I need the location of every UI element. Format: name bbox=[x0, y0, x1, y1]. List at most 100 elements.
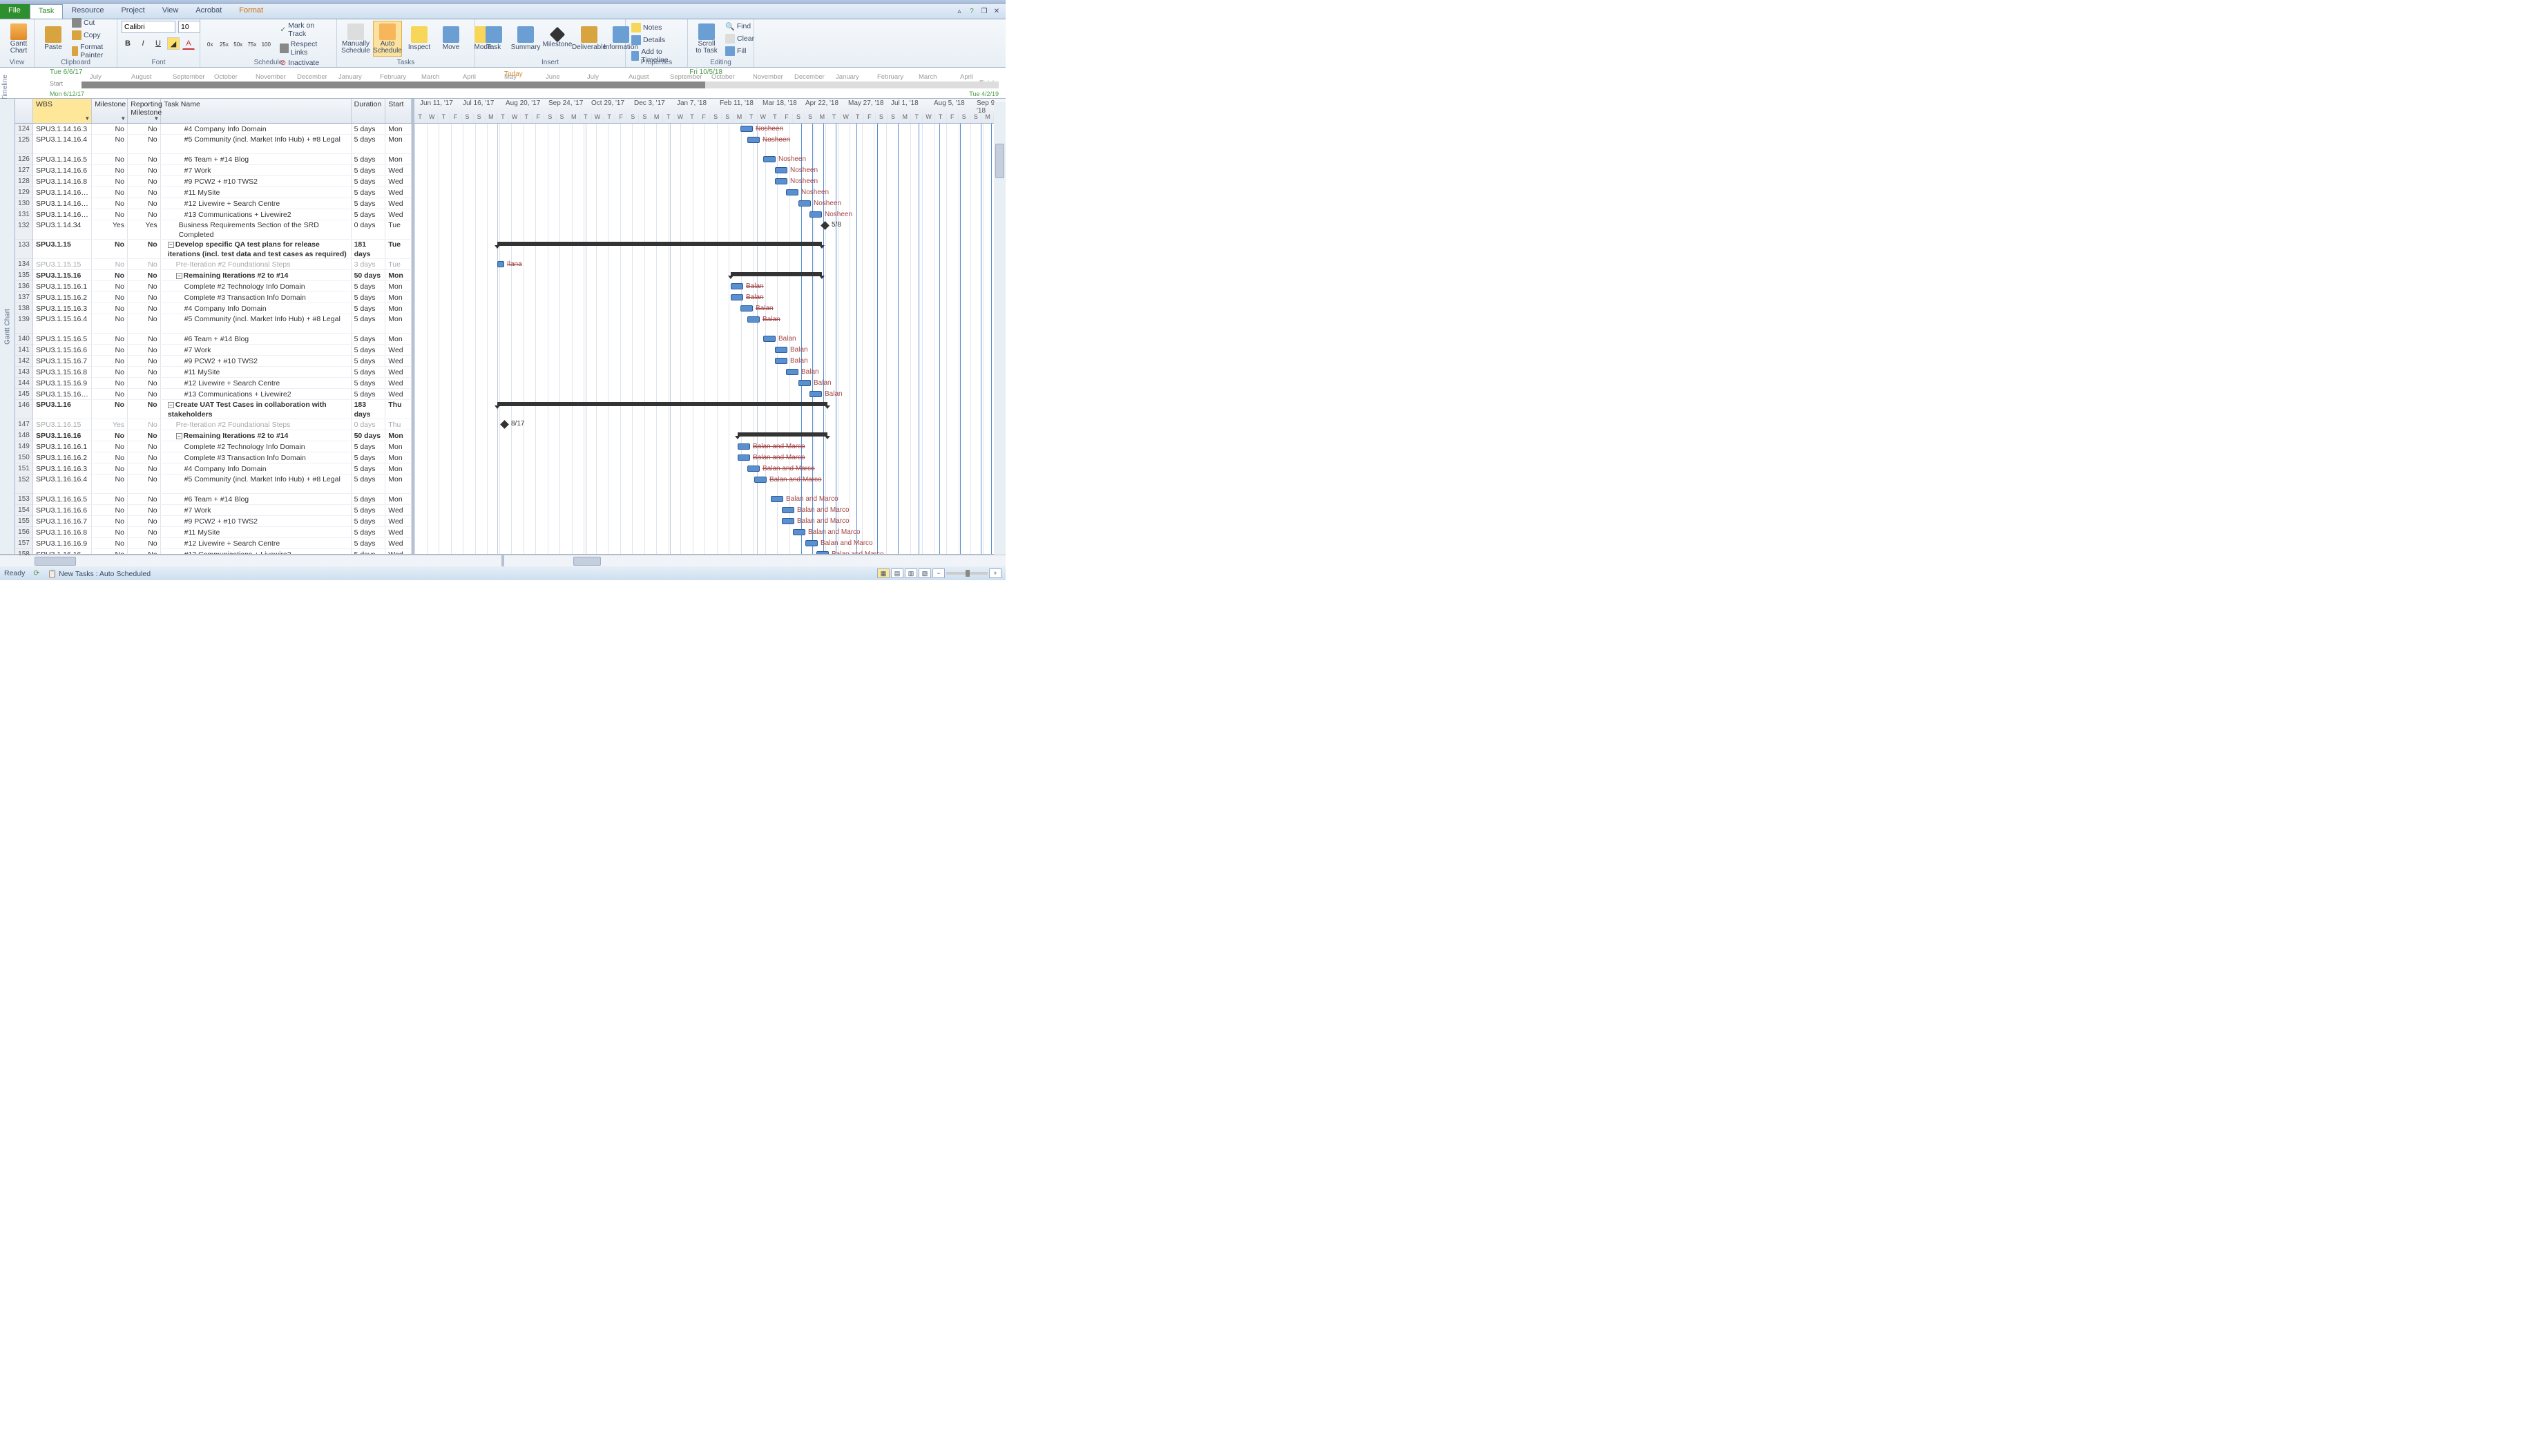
gantt-task-bar[interactable] bbox=[747, 466, 760, 472]
cell-taskname[interactable]: Pre-Iteration #2 Foundational Steps bbox=[161, 419, 352, 430]
cell-duration[interactable]: 5 days bbox=[352, 356, 386, 366]
cell-duration[interactable]: 5 days bbox=[352, 538, 386, 548]
gantt-task-bar[interactable] bbox=[747, 316, 760, 323]
cell-reporting[interactable]: No bbox=[128, 209, 161, 220]
cell-taskname[interactable]: #7 Work bbox=[161, 345, 352, 355]
tab-task[interactable]: Task bbox=[30, 4, 64, 19]
cell-start[interactable]: Wed bbox=[385, 505, 412, 515]
table-row[interactable]: SPU3.1.14.16.5NoNo#6 Team + #14 Blog5 da… bbox=[33, 154, 412, 165]
gantt-chart[interactable]: MJun 11, '17Jul 16, '17EAug 20, '17Sep 2… bbox=[414, 99, 1006, 554]
table-row[interactable]: SPU3.1.16.16.9NoNo#12 Livewire + Search … bbox=[33, 538, 412, 549]
table-row[interactable]: SPU3.1.16.16.5NoNo#6 Team + #14 Blog5 da… bbox=[33, 494, 412, 505]
cell-duration[interactable]: 5 days bbox=[352, 378, 386, 388]
cell-wbs[interactable]: SPU3.1.16.16.5 bbox=[33, 494, 92, 504]
cell-reporting[interactable]: No bbox=[128, 345, 161, 355]
cell-start[interactable]: Mon bbox=[385, 475, 412, 493]
cell-milestone[interactable]: No bbox=[92, 124, 128, 134]
italic-button[interactable]: I bbox=[137, 37, 149, 50]
gantt-task-bar[interactable] bbox=[775, 347, 787, 353]
cell-wbs[interactable]: SPU3.1.15.16 bbox=[33, 270, 92, 280]
zoom-in-button[interactable]: + bbox=[989, 568, 1001, 578]
row-number[interactable]: 126 bbox=[15, 154, 32, 165]
gantt-task-bar[interactable] bbox=[786, 189, 798, 195]
cell-reporting[interactable]: No bbox=[128, 452, 161, 463]
cell-milestone[interactable]: Yes bbox=[92, 419, 128, 430]
cell-milestone[interactable]: No bbox=[92, 165, 128, 175]
scroll-task-button[interactable]: Scroll to Task bbox=[692, 21, 721, 57]
table-row[interactable]: SPU3.1.16.16.10NoNo#13 Communications + … bbox=[33, 549, 412, 554]
manual-schedule-button[interactable]: Manually Schedule bbox=[341, 21, 370, 57]
notes-button[interactable]: Notes bbox=[630, 22, 683, 33]
gantt-milestone[interactable] bbox=[821, 221, 830, 230]
col-taskname[interactable]: Task Name bbox=[161, 99, 351, 123]
cell-duration[interactable]: 5 days bbox=[352, 367, 386, 377]
cell-taskname[interactable]: #12 Livewire + Search Centre bbox=[161, 198, 352, 209]
cell-taskname[interactable]: Complete #3 Transaction Info Domain bbox=[161, 292, 352, 303]
cell-wbs[interactable]: SPU3.1.14.16.3 bbox=[33, 124, 92, 134]
cell-milestone[interactable]: No bbox=[92, 281, 128, 291]
row-number[interactable]: 140 bbox=[15, 334, 32, 345]
cell-reporting[interactable]: No bbox=[128, 505, 161, 515]
horizontal-scrollbar[interactable] bbox=[0, 555, 1006, 566]
cell-start[interactable]: Wed bbox=[385, 389, 412, 399]
tab-project[interactable]: Project bbox=[113, 4, 153, 19]
auto-schedule-button[interactable]: Auto Schedule bbox=[373, 21, 402, 57]
cell-milestone[interactable]: No bbox=[92, 259, 128, 269]
cell-taskname[interactable]: #4 Company Info Domain bbox=[161, 124, 352, 134]
row-number[interactable]: 145 bbox=[15, 389, 32, 400]
cell-milestone[interactable]: No bbox=[92, 494, 128, 504]
cell-start[interactable]: Wed bbox=[385, 549, 412, 554]
font-size-input[interactable] bbox=[178, 21, 200, 33]
row-number[interactable]: 139 bbox=[15, 314, 32, 334]
cell-taskname[interactable]: Complete #2 Technology Info Domain bbox=[161, 281, 352, 291]
gantt-summary-bar[interactable] bbox=[738, 432, 827, 437]
cell-milestone[interactable]: No bbox=[92, 430, 128, 441]
cell-milestone[interactable]: No bbox=[92, 314, 128, 333]
row-number[interactable]: 142 bbox=[15, 356, 32, 367]
cell-wbs[interactable]: SPU3.1.15.16.3 bbox=[33, 303, 92, 314]
row-number[interactable]: 152 bbox=[15, 475, 32, 494]
cell-start[interactable]: Wed bbox=[385, 378, 412, 388]
cell-taskname[interactable]: −Remaining Iterations #2 to #14 bbox=[161, 430, 352, 441]
cell-milestone[interactable]: No bbox=[92, 176, 128, 186]
cell-duration[interactable]: 5 days bbox=[352, 292, 386, 303]
pct100-button[interactable]: 100 bbox=[260, 38, 271, 50]
row-number[interactable]: 138 bbox=[15, 303, 32, 314]
cell-duration[interactable]: 50 days bbox=[352, 270, 386, 280]
cell-start[interactable]: Tue bbox=[385, 220, 412, 239]
row-number[interactable]: 133 bbox=[15, 240, 32, 259]
cell-wbs[interactable]: SPU3.1.16.16.1 bbox=[33, 441, 92, 452]
view-task-icon[interactable]: ▤ bbox=[891, 568, 903, 578]
cell-duration[interactable]: 5 days bbox=[352, 494, 386, 504]
details-button[interactable]: Details bbox=[630, 35, 683, 46]
cell-duration[interactable]: 0 days bbox=[352, 419, 386, 430]
cell-wbs[interactable]: SPU3.1.14.16.12 bbox=[33, 209, 92, 220]
cell-taskname[interactable]: #12 Livewire + Search Centre bbox=[161, 378, 352, 388]
table-row[interactable]: SPU3.1.16.16.3NoNo#4 Company Info Domain… bbox=[33, 463, 412, 475]
cell-start[interactable]: Mon bbox=[385, 441, 412, 452]
cell-wbs[interactable]: SPU3.1.15.16.9 bbox=[33, 378, 92, 388]
cell-reporting[interactable]: No bbox=[128, 240, 161, 258]
row-number[interactable]: 149 bbox=[15, 441, 32, 452]
gantt-task-bar[interactable] bbox=[798, 380, 811, 386]
cell-milestone[interactable]: No bbox=[92, 463, 128, 474]
cell-start[interactable]: Wed bbox=[385, 527, 412, 537]
table-row[interactable]: SPU3.1.15.16.6NoNo#7 Work5 daysWed bbox=[33, 345, 412, 356]
cell-wbs[interactable]: SPU3.1.15 bbox=[33, 240, 92, 258]
cell-duration[interactable]: 5 days bbox=[352, 198, 386, 209]
cell-milestone[interactable]: No bbox=[92, 516, 128, 526]
gantt-milestone[interactable] bbox=[500, 420, 509, 429]
gantt-task-bar[interactable] bbox=[775, 167, 787, 173]
cell-milestone[interactable]: No bbox=[92, 334, 128, 344]
summary-button[interactable]: Summary bbox=[511, 21, 540, 57]
cell-start[interactable]: Wed bbox=[385, 198, 412, 209]
cell-taskname[interactable]: #6 Team + #14 Blog bbox=[161, 494, 352, 504]
row-number[interactable]: 137 bbox=[15, 292, 32, 303]
gantt-task-bar[interactable] bbox=[793, 529, 805, 535]
cell-taskname[interactable]: #5 Community (incl. Market Info Hub) + #… bbox=[161, 475, 352, 493]
cell-milestone[interactable]: No bbox=[92, 303, 128, 314]
row-number[interactable]: 146 bbox=[15, 400, 32, 419]
row-number[interactable]: 147 bbox=[15, 419, 32, 430]
underline-button[interactable]: U bbox=[152, 37, 164, 50]
row-number[interactable]: 129 bbox=[15, 187, 32, 198]
